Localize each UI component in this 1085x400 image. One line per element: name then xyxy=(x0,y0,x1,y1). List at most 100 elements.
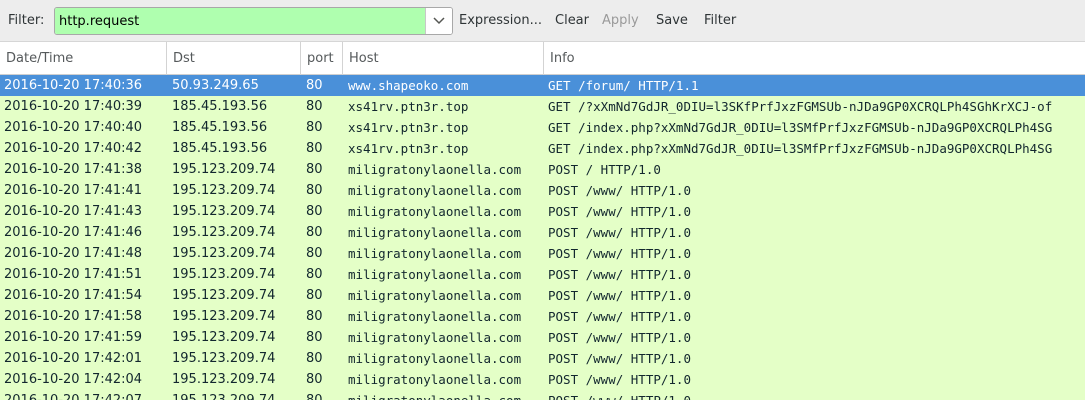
cell-host: miligratonylaonella.com xyxy=(348,372,522,387)
cell-port: 80 xyxy=(306,78,323,93)
table-row[interactable]: 2016-10-20 17:40:40 185.45.193.56 80 xs41rv… xyxy=(0,117,1085,138)
column-header-host[interactable]: Host xyxy=(343,42,544,75)
cell-date: 2016-10-20 17:41:43 xyxy=(4,204,143,219)
table-row[interactable]: 2016-10-20 17:41:59 195.123.209.74 80 milig… xyxy=(0,327,1085,348)
table-row[interactable]: 2016-10-20 17:41:48 195.123.209.74 80 milig… xyxy=(0,243,1085,264)
cell-port: 80 xyxy=(306,330,323,345)
cell-host: miligratonylaonella.com xyxy=(348,225,522,240)
cell-host: miligratonylaonella.com xyxy=(348,162,522,177)
clear-button[interactable]: Clear xyxy=(555,13,589,28)
table-row[interactable]: 2016-10-20 17:40:39 185.45.193.56 80 xs41rv… xyxy=(0,96,1085,117)
cell-info: POST /www/ HTTP/1.0 xyxy=(548,246,691,261)
cell-port: 80 xyxy=(306,183,323,198)
cell-port: 80 xyxy=(306,288,323,303)
cell-port: 80 xyxy=(306,390,342,400)
table-row[interactable]: 2016-10-20 17:41:58 195.123.209.74 80 milig… xyxy=(0,306,1085,327)
column-header-info[interactable]: Info xyxy=(544,42,1085,75)
table-row[interactable]: 2016-10-20 17:42:01 195.123.209.74 80 milig… xyxy=(0,348,1085,369)
cell-port: 80 xyxy=(306,99,323,114)
table-row[interactable]: 2016-10-20 17:41:54 195.123.209.74 80 milig… xyxy=(0,285,1085,306)
cell-date: 2016-10-20 17:41:38 xyxy=(4,162,143,177)
cell-host: miligratonylaonella.com xyxy=(348,204,522,219)
cell-dst: 195.123.209.74 xyxy=(172,225,276,240)
cell-dst: 195.123.209.74 xyxy=(172,372,276,387)
cell-port: 80 xyxy=(306,309,323,324)
cell-host: miligratonylaonella.com xyxy=(348,288,522,303)
cell-port: 80 xyxy=(306,351,323,366)
cell-date: 2016-10-20 17:41:54 xyxy=(4,288,143,303)
column-header-dst[interactable]: Dst xyxy=(167,42,301,75)
cell-info: POST /www/ HTTP/1.0 xyxy=(548,351,691,366)
cell-date: 2016-10-20 17:41:48 xyxy=(4,246,143,261)
cell-date: 2016-10-20 17:41:58 xyxy=(4,309,143,324)
cell-port: 80 xyxy=(306,141,323,156)
cell-date: 2016-10-20 17:41:46 xyxy=(4,225,143,240)
filter-combobox[interactable] xyxy=(54,7,453,35)
cell-date: 2016-10-20 17:40:40 xyxy=(4,120,143,135)
cell-host: miligratonylaonella.com xyxy=(348,246,522,261)
cell-dst: 50.93.249.65 xyxy=(172,78,259,93)
column-header-port[interactable]: port xyxy=(301,42,343,75)
cell-port: 80 xyxy=(306,120,323,135)
table-row[interactable]: 2016-10-20 17:40:42 185.45.193.56 80 xs41rv… xyxy=(0,138,1085,159)
table-row[interactable]: 2016-10-20 17:41:41 195.123.209.74 80 milig… xyxy=(0,180,1085,201)
cell-date: 2016-10-20 17:41:41 xyxy=(4,183,143,198)
filter-input[interactable] xyxy=(55,8,425,34)
cell-info: GET /index.php?xXmNd7GdJR_0DIU=l3SMfPrfJ… xyxy=(548,141,1053,156)
column-header-date[interactable]: Date/Time xyxy=(0,42,167,75)
cell-port: 80 xyxy=(306,246,323,261)
cell-host: xs41rv.ptn3r.top xyxy=(348,141,469,156)
cell-info: POST /www/ HTTP/1.0 xyxy=(548,390,1085,400)
cell-host: miligratonylaonella.com xyxy=(348,267,522,282)
cell-dst: 195.123.209.74 xyxy=(172,330,276,345)
cell-dst: 195.123.209.74 xyxy=(172,288,276,303)
packet-list: Date/Time Dst port Host Info 2016-10-20 … xyxy=(0,42,1085,400)
cell-host: miligratonylaonella.com xyxy=(348,351,522,366)
table-row[interactable]: 2016-10-20 17:41:38 195.123.209.74 80 milig… xyxy=(0,159,1085,180)
filter-button[interactable]: Filter xyxy=(704,13,736,28)
packet-list-body: 2016-10-20 17:40:36 50.93.249.65 80 www.sha… xyxy=(0,75,1085,400)
cell-dst: 195.123.209.74 xyxy=(172,309,276,324)
cell-info: GET /index.php?xXmNd7GdJR_0DIU=l3SMfPrfJ… xyxy=(548,120,1053,135)
cell-date: 2016-10-20 17:42:07 xyxy=(4,390,166,400)
filter-label: Filter: xyxy=(8,13,45,28)
cell-dst: 195.123.209.74 xyxy=(172,204,276,219)
cell-dst: 195.123.209.74 xyxy=(172,390,300,400)
cell-dst: 195.123.209.74 xyxy=(172,162,276,177)
cell-info: POST /www/ HTTP/1.0 xyxy=(548,372,691,387)
cell-host: xs41rv.ptn3r.top xyxy=(348,99,469,114)
table-row[interactable]: 2016-10-20 17:40:36 50.93.249.65 80 www.sha… xyxy=(0,75,1085,96)
filter-dropdown-button[interactable] xyxy=(425,8,452,34)
cell-info: POST /www/ HTTP/1.0 xyxy=(548,225,691,240)
cell-host: www.shapeoko.com xyxy=(348,78,469,93)
cell-dst: 195.123.209.74 xyxy=(172,183,276,198)
cell-info: GET /?xXmNd7GdJR_0DIU=l3SKfPrfJxzFGMSUb-… xyxy=(548,99,1053,114)
table-row[interactable]: 2016-10-20 17:42:07 195.123.209.74 80 milig… xyxy=(0,390,1085,400)
cell-info: POST /www/ HTTP/1.0 xyxy=(548,183,691,198)
expression-button[interactable]: Expression... xyxy=(459,13,542,28)
cell-date: 2016-10-20 17:40:39 xyxy=(4,99,143,114)
cell-host: miligratonylaonella.com xyxy=(348,330,522,345)
table-row[interactable]: 2016-10-20 17:41:43 195.123.209.74 80 milig… xyxy=(0,201,1085,222)
cell-info: POST /www/ HTTP/1.0 xyxy=(548,288,691,303)
table-row[interactable]: 2016-10-20 17:42:04 195.123.209.74 80 milig… xyxy=(0,369,1085,390)
cell-date: 2016-10-20 17:42:01 xyxy=(4,351,143,366)
save-button[interactable]: Save xyxy=(656,13,688,28)
table-row[interactable]: 2016-10-20 17:41:51 195.123.209.74 80 milig… xyxy=(0,264,1085,285)
chevron-down-icon xyxy=(433,17,445,25)
cell-date: 2016-10-20 17:42:04 xyxy=(4,372,143,387)
cell-port: 80 xyxy=(306,225,323,240)
table-row[interactable]: 2016-10-20 17:41:46 195.123.209.74 80 milig… xyxy=(0,222,1085,243)
cell-port: 80 xyxy=(306,162,323,177)
apply-button[interactable]: Apply xyxy=(602,13,639,28)
cell-host: miligratonylaonella.com xyxy=(348,390,544,400)
cell-date: 2016-10-20 17:40:36 xyxy=(4,78,143,93)
cell-date: 2016-10-20 17:41:51 xyxy=(4,267,143,282)
cell-dst: 185.45.193.56 xyxy=(172,141,268,156)
cell-date: 2016-10-20 17:40:42 xyxy=(4,141,143,156)
cell-info: POST /www/ HTTP/1.0 xyxy=(548,204,691,219)
display-filter-toolbar: Filter: Expression... Clear Apply Save F… xyxy=(0,0,1085,42)
cell-host: miligratonylaonella.com xyxy=(348,309,522,324)
cell-info: POST / HTTP/1.0 xyxy=(548,162,661,177)
cell-host: miligratonylaonella.com xyxy=(348,183,522,198)
